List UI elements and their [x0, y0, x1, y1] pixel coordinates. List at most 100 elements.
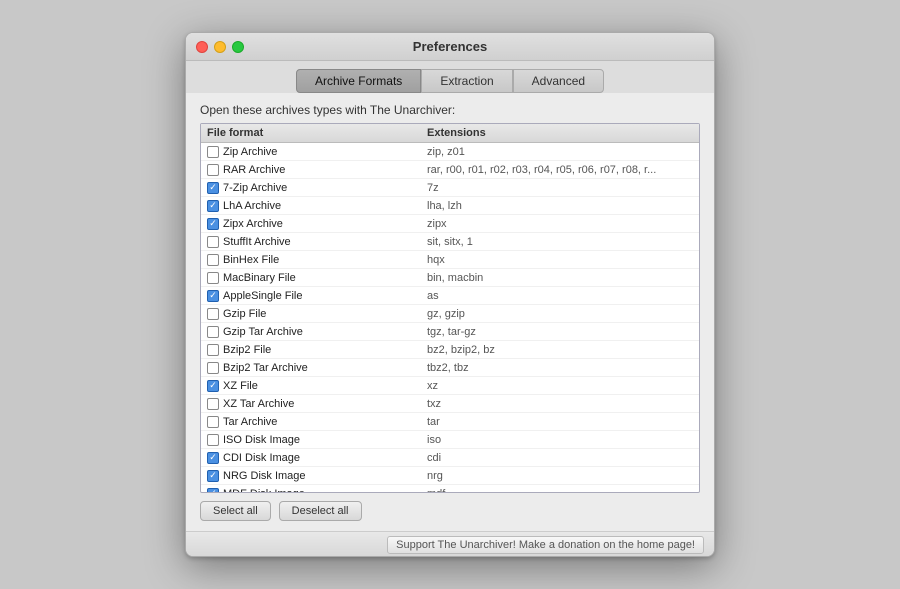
archive-extensions: bin, macbin — [427, 272, 693, 284]
tab-archive-formats[interactable]: Archive Formats — [296, 69, 421, 93]
list-header: File format Extensions — [201, 124, 699, 143]
archive-name: XZ Tar Archive — [223, 398, 294, 410]
archive-extensions: mdf — [427, 488, 693, 494]
select-all-button[interactable]: Select all — [200, 501, 271, 521]
archive-name: LhA Archive — [223, 200, 281, 212]
archive-name: 7-Zip Archive — [223, 182, 287, 194]
archive-checkbox[interactable] — [207, 326, 219, 338]
archive-checkbox[interactable] — [207, 362, 219, 374]
archive-extensions: hqx — [427, 254, 693, 266]
archive-checkbox[interactable] — [207, 164, 219, 176]
tab-extraction[interactable]: Extraction — [421, 69, 512, 93]
archive-checkbox[interactable] — [207, 344, 219, 356]
archive-extensions: iso — [427, 434, 693, 446]
archive-extensions: txz — [427, 398, 693, 410]
donation-link[interactable]: Support The Unarchiver! Make a donation … — [387, 536, 704, 554]
archive-name: XZ File — [223, 380, 258, 392]
archive-extensions: as — [427, 290, 693, 302]
archive-extensions: zip, z01 — [427, 146, 693, 158]
archive-extensions: lha, lzh — [427, 200, 693, 212]
archive-name: Zipx Archive — [223, 218, 283, 230]
table-row: Zipx Archive zipx — [201, 215, 699, 233]
archive-checkbox[interactable] — [207, 218, 219, 230]
archive-checkbox[interactable] — [207, 146, 219, 158]
window-title: Preferences — [413, 39, 487, 54]
row-format-cell: MacBinary File — [207, 272, 427, 284]
table-row: Bzip2 Filebz2, bzip2, bz — [201, 341, 699, 359]
table-row: LhA Archive lha, lzh — [201, 197, 699, 215]
row-format-cell: BinHex File — [207, 254, 427, 266]
subtitle-text: Open these archives types with The Unarc… — [200, 103, 700, 117]
table-row: MDF Disk Image mdf — [201, 485, 699, 493]
row-format-cell: CDI Disk Image — [207, 452, 427, 464]
archive-checkbox[interactable] — [207, 434, 219, 446]
table-row: Gzip Filegz, gzip — [201, 305, 699, 323]
archive-checkbox[interactable] — [207, 236, 219, 248]
row-format-cell: Zipx Archive — [207, 218, 427, 230]
archive-checkbox[interactable] — [207, 416, 219, 428]
table-row: ISO Disk Image iso — [201, 431, 699, 449]
archive-name: BinHex File — [223, 254, 279, 266]
table-row: BinHex File hqx — [201, 251, 699, 269]
table-row: 7-Zip Archive 7z — [201, 179, 699, 197]
table-row: XZ Tar Archive txz — [201, 395, 699, 413]
archive-extensions: zipx — [427, 218, 693, 230]
table-row: Zip Archive zip, z01 — [201, 143, 699, 161]
archive-extensions: 7z — [427, 182, 693, 194]
table-row: RAR Archiverar, r00, r01, r02, r03, r04,… — [201, 161, 699, 179]
archive-extensions: sit, sitx, 1 — [427, 236, 693, 248]
archive-checkbox[interactable] — [207, 452, 219, 464]
archive-name: AppleSingle File — [223, 290, 303, 302]
archive-checkbox[interactable] — [207, 488, 219, 494]
table-row: MacBinary Filebin, macbin — [201, 269, 699, 287]
archive-checkbox[interactable] — [207, 290, 219, 302]
archive-name: ISO Disk Image — [223, 434, 300, 446]
minimize-button[interactable] — [214, 41, 226, 53]
archive-checkbox[interactable] — [207, 200, 219, 212]
tab-advanced[interactable]: Advanced — [513, 69, 604, 93]
row-format-cell: XZ File — [207, 380, 427, 392]
archive-name: StuffIt Archive — [223, 236, 291, 248]
archive-extensions: cdi — [427, 452, 693, 464]
row-format-cell: StuffIt Archive — [207, 236, 427, 248]
archive-extensions: tbz2, tbz — [427, 362, 693, 374]
row-format-cell: ISO Disk Image — [207, 434, 427, 446]
archive-checkbox[interactable] — [207, 254, 219, 266]
archive-extensions: bz2, bzip2, bz — [427, 344, 693, 356]
row-format-cell: Gzip File — [207, 308, 427, 320]
archive-name: NRG Disk Image — [223, 470, 306, 482]
row-format-cell: 7-Zip Archive — [207, 182, 427, 194]
table-row: Tar Archive tar — [201, 413, 699, 431]
preferences-window: Preferences Archive Formats Extraction A… — [185, 32, 715, 557]
table-row: CDI Disk Image cdi — [201, 449, 699, 467]
archive-checkbox[interactable] — [207, 308, 219, 320]
row-format-cell: Tar Archive — [207, 416, 427, 428]
archive-name: Zip Archive — [223, 146, 277, 158]
archive-checkbox[interactable] — [207, 398, 219, 410]
archive-checkbox[interactable] — [207, 182, 219, 194]
content-area: Open these archives types with The Unarc… — [186, 93, 714, 531]
tabs-bar: Archive Formats Extraction Advanced — [186, 61, 714, 93]
archive-extensions: xz — [427, 380, 693, 392]
archive-name: Tar Archive — [223, 416, 277, 428]
col-extensions-header: Extensions — [427, 127, 693, 139]
archive-extensions: tgz, tar-gz — [427, 326, 693, 338]
bottom-buttons: Select all Deselect all — [200, 501, 700, 521]
archive-extensions: gz, gzip — [427, 308, 693, 320]
close-button[interactable] — [196, 41, 208, 53]
row-format-cell: RAR Archive — [207, 164, 427, 176]
maximize-button[interactable] — [232, 41, 244, 53]
deselect-all-button[interactable]: Deselect all — [279, 501, 362, 521]
archive-checkbox[interactable] — [207, 470, 219, 482]
donation-bar: Support The Unarchiver! Make a donation … — [186, 531, 714, 556]
archive-checkbox[interactable] — [207, 272, 219, 284]
archive-list[interactable]: File format Extensions Zip Archive zip, z… — [200, 123, 700, 493]
archive-checkbox[interactable] — [207, 380, 219, 392]
table-row: AppleSingle File as — [201, 287, 699, 305]
archive-name: CDI Disk Image — [223, 452, 300, 464]
table-row: XZ File xz — [201, 377, 699, 395]
archive-extensions: rar, r00, r01, r02, r03, r04, r05, r06, … — [427, 164, 693, 176]
row-format-cell: LhA Archive — [207, 200, 427, 212]
archive-extensions: tar — [427, 416, 693, 428]
archive-name: MDF Disk Image — [223, 488, 305, 494]
